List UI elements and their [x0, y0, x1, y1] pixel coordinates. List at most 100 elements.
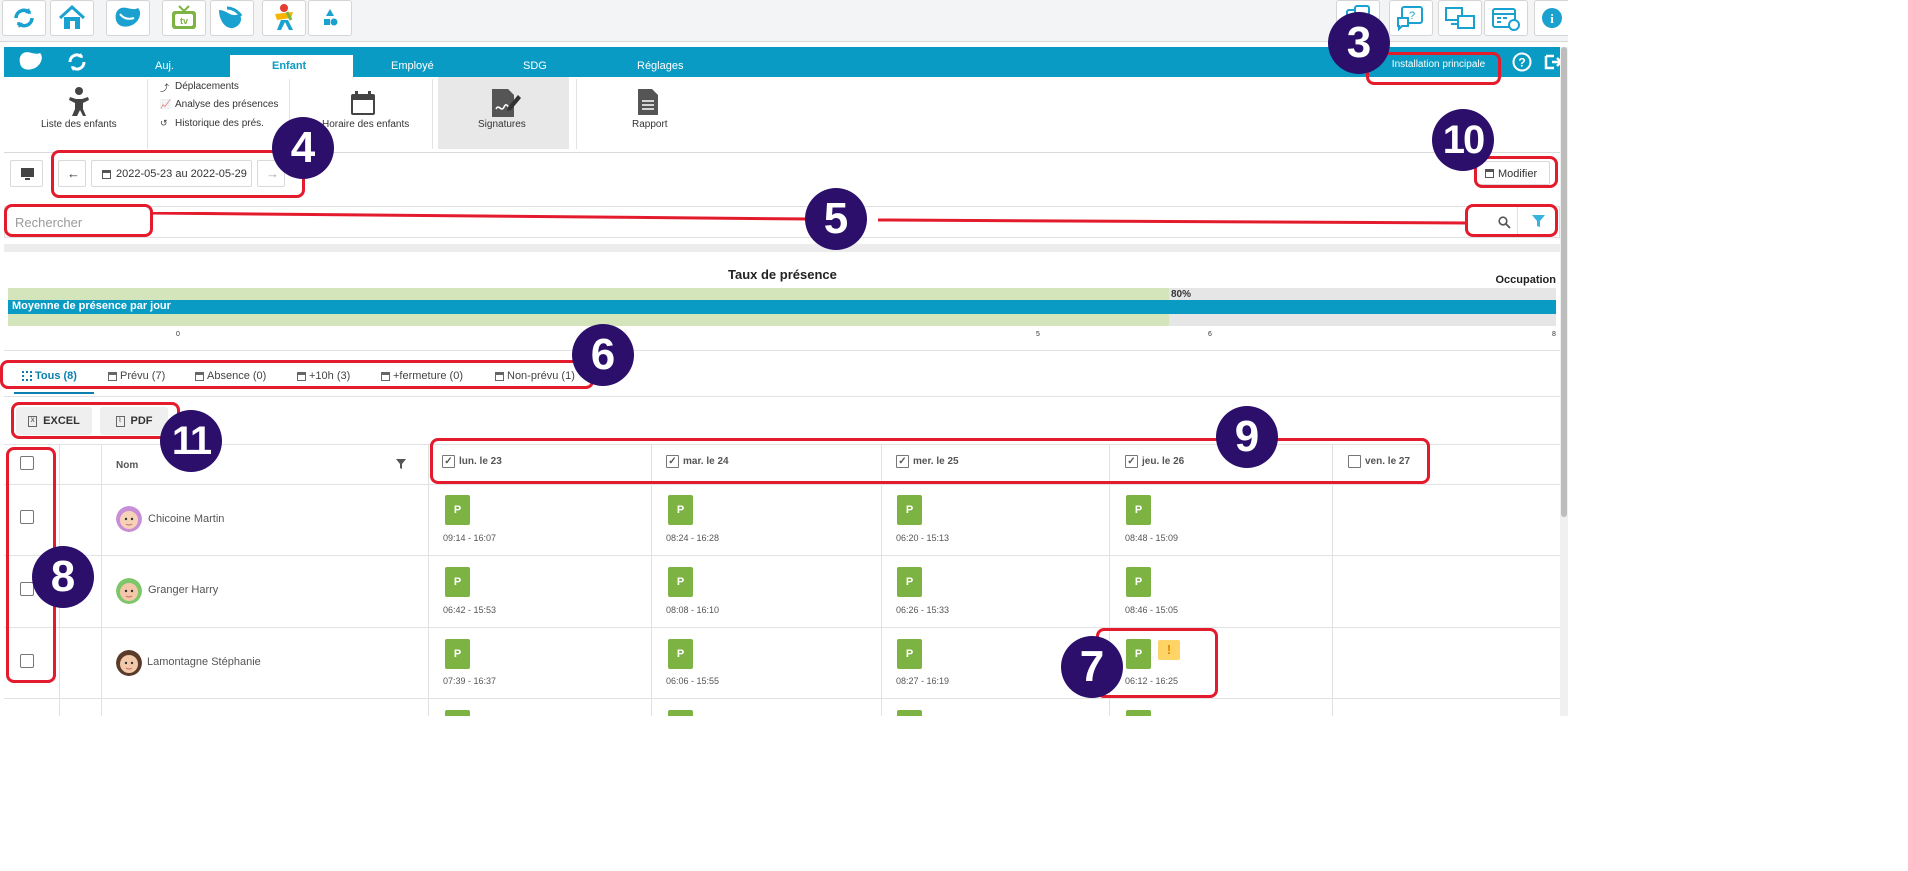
kids-button[interactable]: [262, 0, 306, 36]
scrollbar[interactable]: [1560, 47, 1568, 716]
annotation-outline-modify: [1474, 156, 1558, 188]
list-children-button[interactable]: Liste des enfants: [24, 77, 134, 149]
present-badge[interactable]: P: [668, 567, 693, 597]
column-divider: [1332, 445, 1333, 716]
tab-today[interactable]: Auj.: [155, 60, 174, 72]
avatar: [116, 506, 142, 532]
history-icon: ↺: [160, 118, 168, 128]
home-button[interactable]: [50, 0, 94, 36]
scrollbar-thumb[interactable]: [1561, 47, 1567, 517]
present-badge[interactable]: P: [668, 495, 693, 525]
display-mode-button[interactable]: [10, 160, 43, 187]
present-badge[interactable]: P: [445, 567, 470, 597]
presence-time: 08:48 - 15:09: [1125, 533, 1179, 543]
annotation-marker-10: 10: [1432, 109, 1494, 171]
app: tv ? i Auj. Enfant Employé SDG Réglages …: [0, 0, 1568, 716]
svg-text:i: i: [1550, 11, 1554, 26]
app-logo-button[interactable]: [106, 0, 150, 36]
chart-icon: 📈: [160, 99, 172, 109]
help-chat-icon: ?: [1397, 6, 1423, 32]
ribbon-separator: [576, 79, 577, 149]
calendar-clock-button[interactable]: [1484, 0, 1528, 36]
child-name[interactable]: Lamontagne Stéphanie: [147, 656, 261, 668]
presence-analysis-link[interactable]: 📈 Analyse des présences: [160, 99, 290, 113]
presence-time: 06:20 - 15:13: [896, 533, 950, 543]
app-home-logo-icon[interactable]: [16, 50, 46, 74]
occupation-bar: [8, 288, 1169, 300]
refresh-button[interactable]: [2, 0, 46, 36]
present-badge[interactable]: P: [668, 639, 693, 669]
name-column-header: Nom: [116, 460, 139, 471]
tab-reglages[interactable]: Réglages: [637, 60, 683, 72]
row-divider: [4, 698, 1560, 699]
shapes-icon: [324, 9, 338, 26]
home-icon: [58, 4, 86, 29]
signatures-label: Signatures: [478, 119, 526, 130]
tick-5: 5: [1036, 331, 1040, 338]
presence-analysis-label: Analyse des présences: [175, 99, 279, 110]
shapes-button[interactable]: [308, 0, 352, 36]
presence-chart: Taux de présence Occupation 80% Moyenne …: [8, 262, 1556, 344]
avatar: [116, 650, 142, 676]
info-button[interactable]: i: [1534, 0, 1568, 36]
present-badge[interactable]: [668, 710, 693, 716]
section-divider: [4, 350, 1560, 351]
present-badge[interactable]: [897, 710, 922, 716]
present-badge[interactable]: [445, 710, 470, 716]
ribbon: Liste des enfants ⤴ Déplacements 📈 Analy…: [4, 77, 1568, 153]
ribbon-separator: [432, 79, 433, 149]
row-divider: [4, 484, 1560, 485]
occupation-value-label: 80%: [1171, 289, 1192, 300]
refresh-icon[interactable]: [66, 51, 88, 73]
present-badge[interactable]: P: [445, 639, 470, 669]
tab-enfant[interactable]: Enfant: [272, 60, 306, 72]
present-badge[interactable]: P: [897, 495, 922, 525]
trend-icon: ⤴: [160, 83, 170, 93]
tick-0: 0: [176, 331, 180, 338]
present-badge[interactable]: P: [1126, 567, 1151, 597]
annotation-marker-7: 7: [1061, 636, 1123, 698]
kids-icon: [275, 4, 293, 30]
filter-icon[interactable]: [396, 459, 406, 469]
annotation-outline-search-tools: [1465, 204, 1558, 237]
tab-employe[interactable]: Employé: [391, 60, 434, 72]
presence-time: 06:26 - 15:33: [896, 605, 950, 615]
child-name[interactable]: Chicoine Martin: [148, 513, 224, 525]
signatures-button[interactable]: Signatures: [438, 77, 569, 149]
annotation-outline-search: [4, 204, 153, 237]
annotation-marker-9: 9: [1216, 406, 1278, 468]
report-button[interactable]: Rapport: [614, 77, 684, 149]
presence-time: 06:06 - 15:55: [666, 676, 720, 686]
annotation-outline-day-headers: [430, 438, 1430, 484]
presence-time: 06:42 - 15:53: [443, 605, 497, 615]
presence-history-link[interactable]: ↺ Historique des prés.: [160, 118, 280, 132]
displacements-label: Déplacements: [175, 81, 239, 92]
present-badge[interactable]: P: [897, 567, 922, 597]
present-badge[interactable]: P: [897, 639, 922, 669]
list-children-label: Liste des enfants: [41, 119, 117, 130]
presence-bar-label: Moyenne de présence par jour: [12, 300, 171, 312]
app-logo-alt-button[interactable]: [210, 0, 254, 36]
screens-button[interactable]: [1438, 0, 1482, 36]
annotation-outline-date-range: [51, 150, 305, 198]
tick-6: 6: [1208, 331, 1212, 338]
help-icon[interactable]: ?: [1512, 52, 1532, 72]
column-divider: [651, 445, 652, 716]
signature-icon: [492, 89, 521, 117]
displacements-link[interactable]: ⤴ Déplacements: [160, 81, 280, 95]
annotation-outline-filters: [0, 360, 594, 389]
section-divider: [4, 244, 1560, 252]
present-badge[interactable]: P: [445, 495, 470, 525]
avatar: [116, 578, 142, 604]
tab-sdg[interactable]: SDG: [523, 60, 547, 72]
present-badge[interactable]: [1126, 710, 1151, 716]
chart-title: Taux de présence: [728, 267, 837, 282]
tv-button[interactable]: tv: [162, 0, 206, 36]
child-name[interactable]: Granger Harry: [148, 584, 218, 596]
calendar-clock-icon: [1492, 8, 1520, 31]
section-divider: [4, 396, 1560, 397]
annotation-marker-8: 8: [32, 546, 94, 608]
info-icon: i: [1542, 8, 1562, 28]
present-badge[interactable]: P: [1126, 495, 1151, 525]
help-chat-button[interactable]: ?: [1389, 0, 1433, 36]
